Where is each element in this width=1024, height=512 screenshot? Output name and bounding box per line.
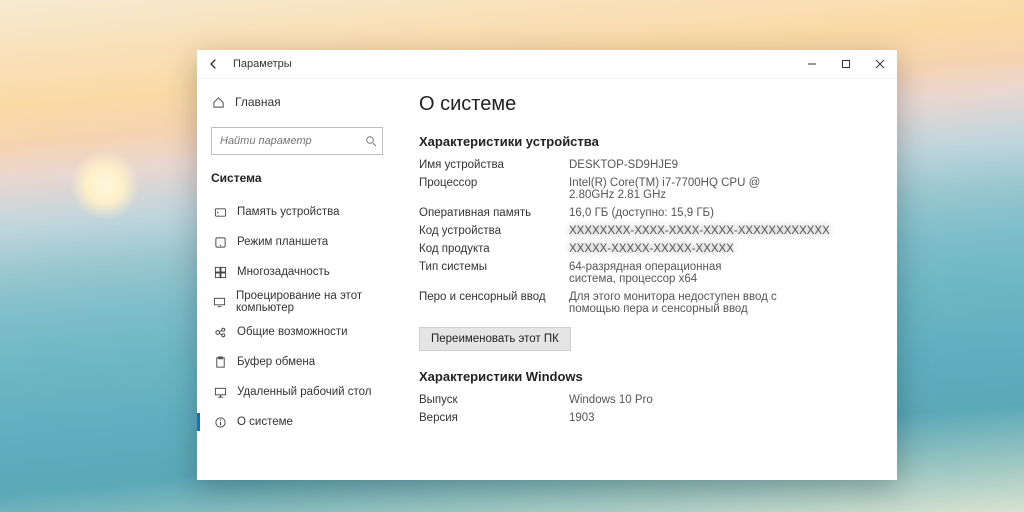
sidebar-item-clipboard[interactable]: Буфер обмена (211, 347, 397, 377)
titlebar: Параметры (197, 50, 897, 79)
sidebar-section: Система (211, 171, 397, 185)
sidebar-item-label: Проецирование на этот компьютер (236, 290, 397, 314)
window-title: Параметры (233, 58, 292, 70)
spec-key: Имя устройства (419, 159, 559, 171)
spec-value: 1903 (569, 412, 877, 424)
shared-icon (213, 326, 227, 339)
spec-value: 64-разрядная операционная система, проце… (569, 261, 769, 285)
sidebar-item-shared-experiences[interactable]: Общие возможности (211, 317, 397, 347)
spec-key: Процессор (419, 177, 559, 201)
spec-key: Оперативная память (419, 207, 559, 219)
device-spec-heading: Характеристики устройства (419, 134, 877, 149)
multitask-icon (213, 266, 227, 279)
minimize-button[interactable] (795, 50, 829, 78)
sidebar: Главная Система Память устройства (197, 79, 397, 480)
search-icon (365, 135, 377, 147)
settings-window: Параметры Главная (197, 50, 897, 480)
spec-value: DESKTOP-SD9HJE9 (569, 159, 877, 171)
page-title: О системе (419, 93, 877, 116)
home-icon (211, 96, 225, 109)
sidebar-item-tablet-mode[interactable]: Режим планшета (211, 227, 397, 257)
spec-value-blurred: XXXXXXXX-XXXX-XXXX-XXXX-XXXXXXXXXXXX (569, 225, 877, 237)
spec-key: Код устройства (419, 225, 559, 237)
sidebar-item-label: Память устройства (237, 206, 340, 218)
spec-value: 16,0 ГБ (доступно: 15,9 ГБ) (569, 207, 877, 219)
back-button[interactable] (207, 57, 221, 71)
spec-key: Перо и сенсорный ввод (419, 291, 559, 315)
close-button[interactable] (863, 50, 897, 78)
rename-pc-button[interactable]: Переименовать этот ПК (419, 327, 571, 351)
remote-icon (213, 386, 227, 399)
sidebar-item-projecting[interactable]: Проецирование на этот компьютер (211, 287, 397, 317)
spec-key: Версия (419, 412, 559, 424)
sidebar-item-storage[interactable]: Память устройства (211, 197, 397, 227)
maximize-button[interactable] (829, 50, 863, 78)
device-spec-table: Имя устройства DESKTOP-SD9HJE9 Процессор… (419, 159, 877, 315)
search-box[interactable] (211, 127, 383, 155)
sidebar-home[interactable]: Главная (211, 89, 397, 115)
info-icon (213, 416, 227, 429)
search-input[interactable] (218, 134, 365, 148)
sidebar-item-label: О системе (237, 416, 293, 428)
sidebar-item-multitasking[interactable]: Многозадачность (211, 257, 397, 287)
spec-value-blurred: XXXXX-XXXXX-XXXXX-XXXXX (569, 243, 877, 255)
sidebar-nav: Память устройства Режим планшета Многоза… (211, 197, 397, 437)
sidebar-item-label: Общие возможности (237, 326, 348, 338)
spec-value: Для этого монитора недоступен ввод с пом… (569, 291, 789, 315)
spec-key: Выпуск (419, 394, 559, 406)
sidebar-item-label: Многозадачность (237, 266, 330, 278)
sidebar-item-label: Режим планшета (237, 236, 328, 248)
content-pane: О системе Характеристики устройства Имя … (397, 79, 897, 480)
tablet-icon (213, 236, 227, 249)
wallpaper-sun (70, 150, 140, 220)
sidebar-item-remote-desktop[interactable]: Удаленный рабочий стол (211, 377, 397, 407)
sidebar-home-label: Главная (235, 95, 281, 109)
sidebar-item-label: Буфер обмена (237, 356, 315, 368)
spec-key: Код продукта (419, 243, 559, 255)
sidebar-item-about[interactable]: О системе (211, 407, 397, 437)
spec-value: Windows 10 Pro (569, 394, 877, 406)
clipboard-icon (213, 356, 227, 369)
windows-spec-heading: Характеристики Windows (419, 369, 877, 384)
spec-key: Тип системы (419, 261, 559, 285)
sidebar-item-label: Удаленный рабочий стол (237, 386, 372, 398)
spec-value: Intel(R) Core(TM) i7-7700HQ CPU @ 2.80GH… (569, 177, 789, 201)
desktop-wallpaper: Параметры Главная (0, 0, 1024, 512)
windows-spec-table: Выпуск Windows 10 Pro Версия 1903 (419, 394, 877, 424)
storage-icon (213, 206, 227, 219)
project-icon (213, 296, 226, 309)
